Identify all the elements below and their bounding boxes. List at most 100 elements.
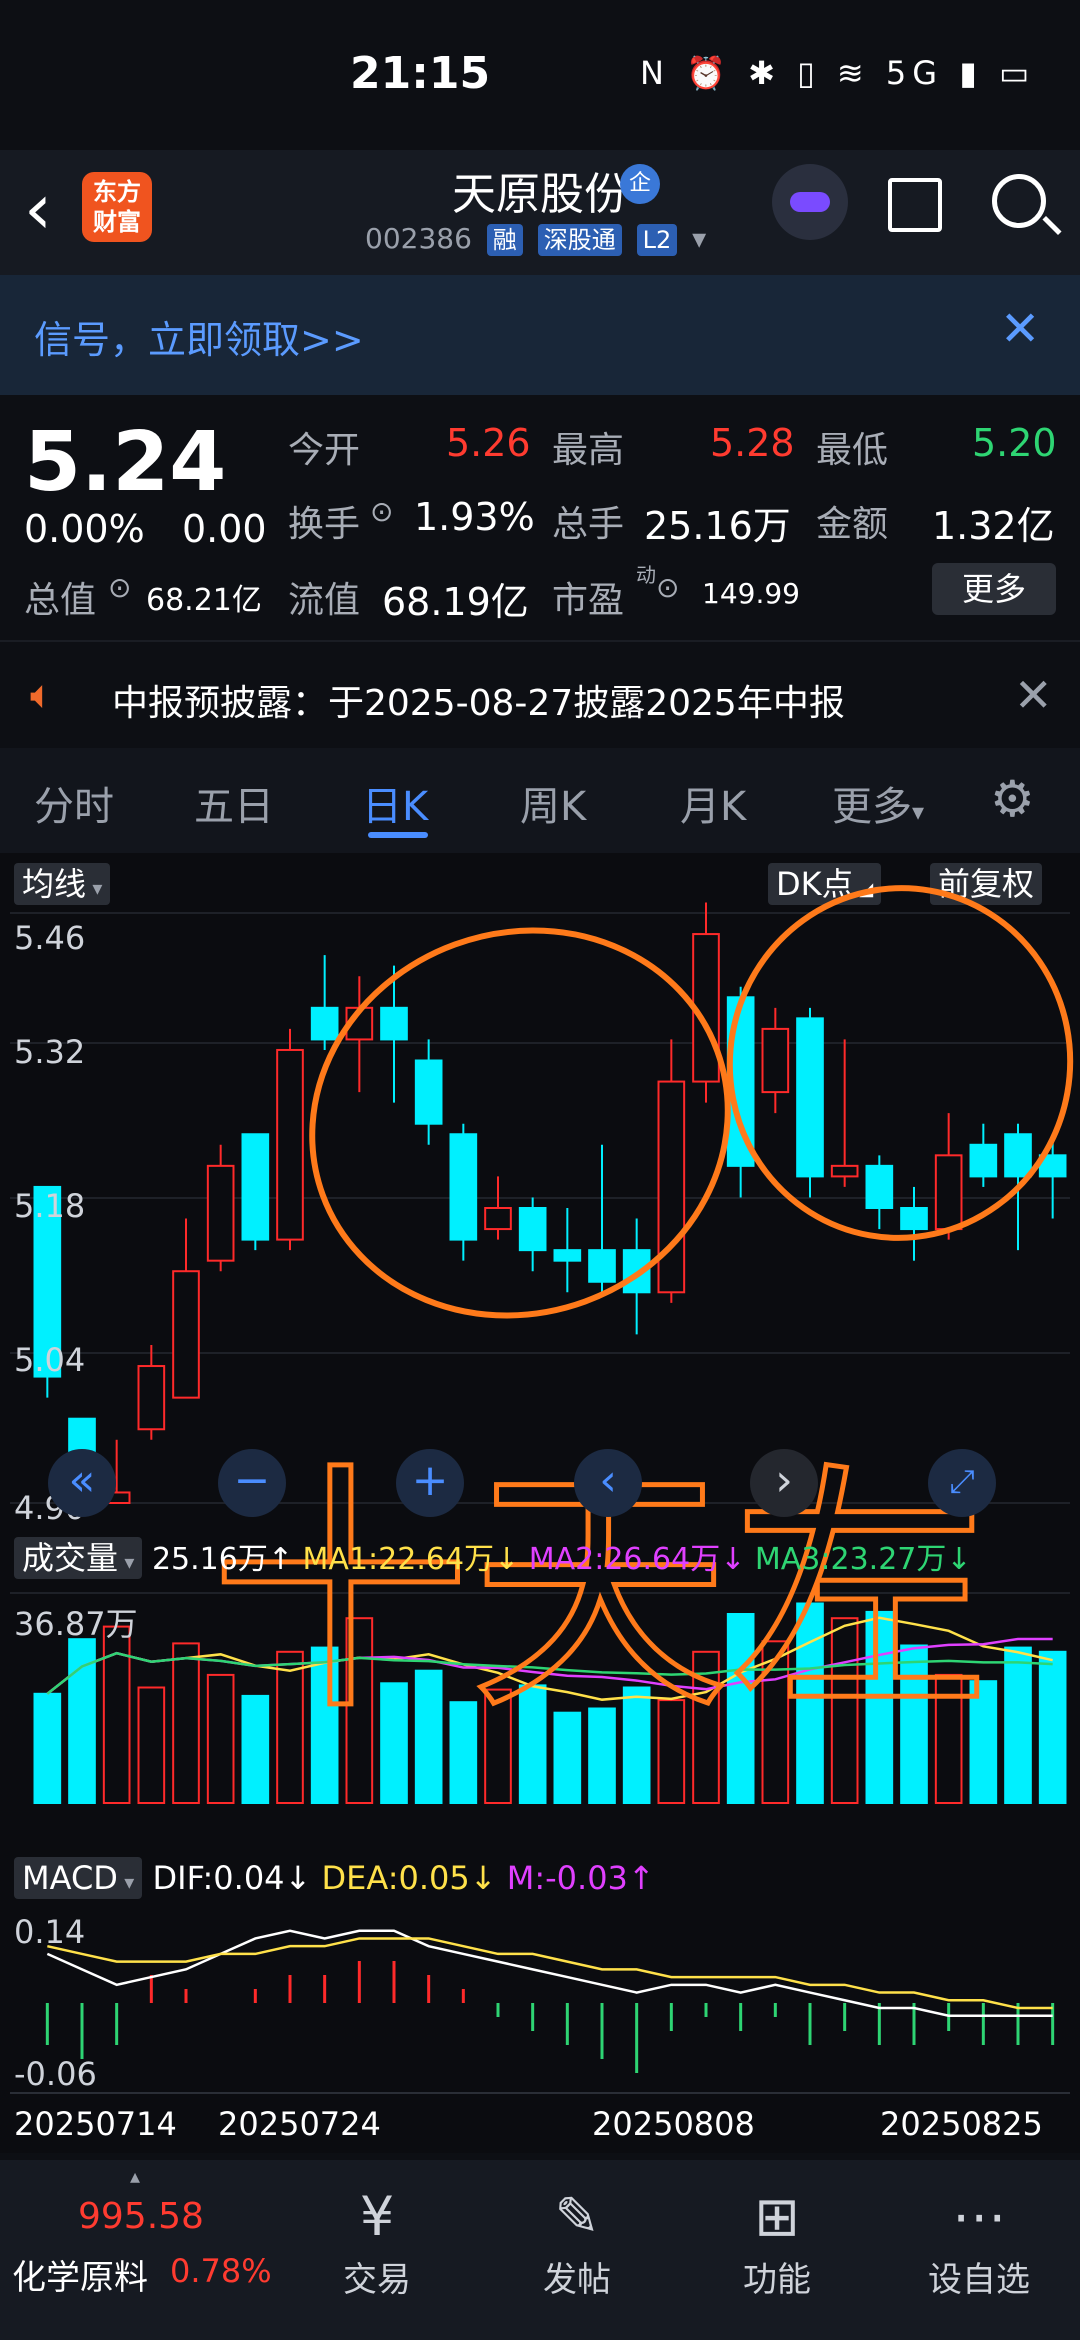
report-notice[interactable]: 🔈︎ 中报预披露：于2025-08-27披露2025年中报 ✕ [0, 640, 1080, 752]
nav-trade[interactable]: ¥ 交易 [312, 2182, 442, 2301]
status-icons: N ⏰ ✱ ▯ ≋ 5G ▮ ▭ [640, 54, 1036, 92]
candle-body [484, 1207, 512, 1231]
step-right-icon[interactable]: › [750, 1449, 818, 1517]
quote-panel: 5.24 0.00% 0.00 今开 5.26 最高 5.28 最低 5.20 … [0, 395, 1080, 640]
signal-banner[interactable]: 信号，立即领取>> ✕ [0, 275, 1080, 395]
volume-bar [1004, 1646, 1032, 1804]
sector-index-value[interactable]: 995.58 [78, 2196, 204, 2237]
macd-legend: MACD ▾ DIF:0.04↓ DEA:0.05↓ M:-0.03↑ [14, 1857, 655, 1899]
volume-bar [172, 1642, 200, 1805]
open-label: 今开 [288, 430, 361, 471]
candle-body [588, 1249, 616, 1283]
candle-body [172, 1270, 200, 1399]
yuan-icon: ¥ [359, 2185, 395, 2248]
macd-tick: -0.06 [14, 2055, 97, 2093]
expand-icon[interactable]: ▴ [130, 2164, 140, 2188]
candle-body [934, 1154, 963, 1231]
volume-label: 总手 [552, 504, 625, 545]
candle-body [553, 1249, 582, 1262]
tab-more[interactable]: 更多▾ [832, 774, 924, 832]
sector-name[interactable]: 化学原料 [12, 2250, 148, 2299]
k-line-chart[interactable]: 均线 ▾ DK点 ◢ 前复权 十天左 5.46 5.32 5.18 5.04 4… [0, 853, 1080, 2153]
share-icon[interactable] [888, 178, 942, 232]
candle-body [761, 1027, 790, 1094]
step-left-icon[interactable]: ‹ [574, 1449, 642, 1517]
stock-header: ‹ 东方财富 天原股份 企 002386 融 深股通 L2 ▾ [0, 150, 1080, 275]
tab-daily-k[interactable]: 日K [362, 774, 428, 832]
candle-body [276, 1048, 304, 1241]
volume-value: 25.16万 [644, 504, 791, 548]
more-button[interactable]: 更多 [932, 563, 1056, 615]
gear-icon[interactable]: ⚙ [990, 770, 1035, 828]
close-icon[interactable]: ✕ [1000, 301, 1040, 357]
turnover-label: 换手 [288, 504, 361, 545]
volume-max-tick: 36.87万 [14, 1605, 138, 1643]
market-cap-label: 总值 [24, 580, 97, 621]
candle-body [414, 1059, 443, 1125]
status-bar: 21:15 N ⏰ ✱ ▯ ≋ 5G ▮ ▭ [0, 0, 1080, 150]
turnover-value: 1.93% [414, 495, 535, 539]
zoom-out-icon[interactable]: − [218, 1449, 286, 1517]
price-tick: 5.18 [14, 1187, 86, 1225]
amount-label: 金额 [816, 504, 889, 545]
candle-body [518, 1207, 547, 1252]
stock-code: 002386 [365, 222, 472, 255]
search-icon[interactable] [992, 174, 1046, 228]
open-value: 5.26 [446, 421, 531, 465]
candle-body [380, 1006, 408, 1041]
chart-canvas: 十天左 [10, 885, 1074, 2094]
grid-icon: ⊞ [754, 2185, 800, 2248]
level2-tag: L2 [636, 224, 678, 256]
pe-value: 149.99 [702, 577, 800, 610]
price-tick: 5.46 [14, 919, 86, 957]
dif-line [46, 1929, 1053, 2017]
tab-monthly-k[interactable]: 月K [680, 774, 746, 832]
assistant-robot-icon[interactable] [772, 164, 848, 240]
tab-intraday[interactable]: 分时 [34, 774, 114, 832]
nav-post[interactable]: ✎ 发帖 [512, 2182, 642, 2301]
status-time: 21:15 [350, 48, 491, 99]
candle-body [830, 1164, 859, 1178]
float-cap-label: 流值 [288, 580, 361, 621]
info-icon[interactable]: ⊙ [108, 571, 131, 604]
volume-selector[interactable]: 成交量 ▾ [14, 1537, 143, 1579]
close-icon[interactable]: ✕ [1014, 668, 1053, 722]
stock-code-row[interactable]: 002386 融 深股通 L2 ▾ [365, 222, 706, 256]
scroll-left-icon[interactable]: « [48, 1449, 116, 1517]
change-percent: 0.00% [24, 507, 145, 551]
volume-bar [1038, 1650, 1067, 1804]
tab-weekly-k[interactable]: 周K [520, 774, 586, 832]
edit-icon: ✎ [554, 2185, 600, 2248]
candle-body [241, 1133, 270, 1241]
connect-tag: 深股通 [537, 224, 622, 256]
macd-selector[interactable]: MACD ▾ [14, 1857, 143, 1899]
active-tab-indicator [368, 832, 428, 838]
fullscreen-icon[interactable]: ⤢ [928, 1449, 996, 1517]
candle-body [1004, 1133, 1032, 1178]
candle-body [900, 1207, 928, 1231]
candle-body [969, 1143, 998, 1178]
signal-banner-text: 信号，立即领取>> [34, 318, 364, 362]
nav-add-watchlist[interactable]: ⋯ 设自选 [914, 2182, 1044, 2301]
change-amount: 0.00 [182, 507, 267, 551]
more-dots-icon: ⋯ [952, 2185, 1006, 2248]
volume-legend: 成交量 ▾ 25.16万↑ MA1:22.64万↓ MA2:26.64万↓ MA… [14, 1533, 972, 1579]
volume-bar [137, 1686, 166, 1804]
high-label: 最高 [552, 430, 625, 471]
candle-body [310, 1006, 339, 1041]
nav-functions[interactable]: ⊞ 功能 [712, 2182, 842, 2301]
tab-five-day[interactable]: 五日 [194, 774, 274, 832]
candle-body [206, 1164, 235, 1262]
amount-value: 1.32亿 [932, 504, 1055, 548]
notice-text: 中报预披露：于2025-08-27披露2025年中报 [112, 683, 845, 724]
info-icon[interactable]: ⊙ [370, 495, 393, 528]
pe-label: 市盈 [552, 580, 625, 621]
float-cap-value: 68.19亿 [382, 580, 529, 624]
price-tick: 5.32 [14, 1033, 86, 1071]
candle-body [137, 1365, 166, 1431]
zoom-in-icon[interactable]: + [396, 1449, 464, 1517]
info-icon[interactable]: ⊙ [656, 571, 679, 604]
date-tick: 20250724 [218, 2105, 381, 2143]
low-value: 5.20 [972, 421, 1057, 465]
volume-bar [33, 1692, 62, 1804]
